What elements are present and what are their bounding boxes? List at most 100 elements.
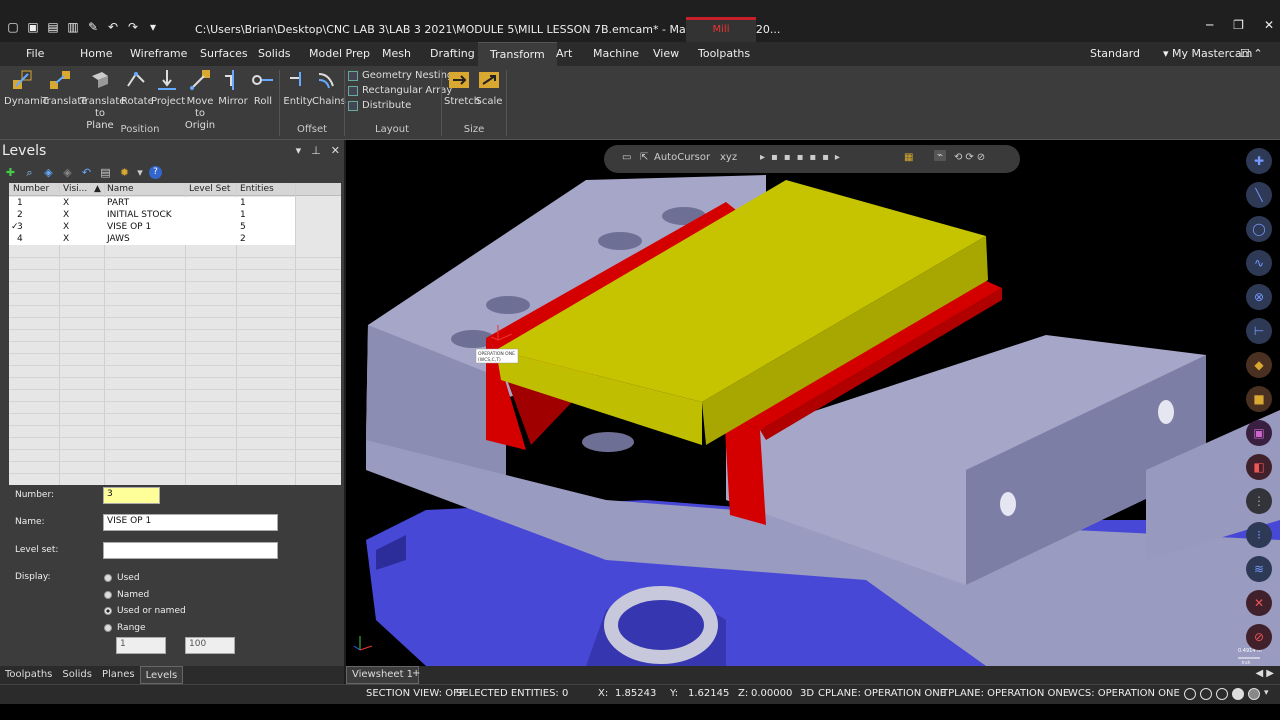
undo-icon[interactable]: ↶ bbox=[106, 20, 120, 34]
tab-levels-manager[interactable]: Levels bbox=[139, 666, 184, 684]
tab-solids[interactable]: Solids bbox=[258, 42, 291, 66]
range-from-field[interactable]: 1 bbox=[116, 637, 166, 654]
add-level-icon[interactable]: ✚ bbox=[4, 166, 17, 179]
level-tool-icon[interactable]: ⋮ bbox=[1246, 488, 1272, 514]
selection-mode-icons[interactable]: ▸▪▪▪▪▪▸ bbox=[760, 152, 846, 163]
row-visible[interactable]: X bbox=[63, 221, 69, 233]
tab-view[interactable]: View bbox=[653, 42, 679, 66]
minimize-icon[interactable]: ─ bbox=[1206, 18, 1213, 32]
row-visible[interactable]: X bbox=[63, 209, 69, 221]
tab-planes-manager[interactable]: Planes bbox=[97, 666, 140, 684]
add-viewsheet-button[interactable]: + bbox=[412, 668, 420, 679]
hidden-sphere-icon[interactable] bbox=[1200, 688, 1212, 700]
tab-wireframe[interactable]: Wireframe bbox=[130, 42, 187, 66]
dynamic-button[interactable]: Dynamic bbox=[4, 68, 48, 108]
geometry-nesting-button[interactable]: Geometry Nesting bbox=[348, 70, 453, 81]
refresh-icon[interactable]: ↶ bbox=[80, 166, 93, 179]
mode-3d-toggle[interactable]: 3D bbox=[800, 688, 814, 699]
display-named-radio[interactable]: Named bbox=[104, 590, 149, 600]
measure-icon[interactable]: ⊢ bbox=[1246, 318, 1272, 344]
tab-file[interactable]: File bbox=[26, 42, 44, 66]
tab-toolpaths-manager[interactable]: Toolpaths bbox=[0, 666, 57, 684]
level-number-field[interactable]: 3 bbox=[103, 487, 160, 504]
help-icons[interactable]: ☐ ⌃ bbox=[1240, 42, 1263, 66]
tab-solids-manager[interactable]: Solids bbox=[57, 666, 97, 684]
tab-transform[interactable]: Transform bbox=[478, 42, 557, 66]
save-icon[interactable]: ▣ bbox=[26, 20, 40, 34]
select-all-icon[interactable]: ▦ bbox=[904, 152, 913, 163]
distribute-button[interactable]: Distribute bbox=[348, 100, 411, 111]
display-used-or-named-radio[interactable]: Used or named bbox=[104, 606, 186, 616]
table-row[interactable]: 4 X JAWS 2 bbox=[9, 233, 295, 245]
table-row[interactable]: ✓ 3 X VISE OP 1 5 bbox=[9, 221, 295, 233]
close-icon[interactable]: ✕ bbox=[1264, 18, 1274, 32]
tab-mesh[interactable]: Mesh bbox=[382, 42, 411, 66]
levels-stack-icon[interactable]: ◈ bbox=[42, 166, 55, 179]
translate-to-plane-button[interactable]: Translate to Plane bbox=[80, 68, 125, 132]
wireframe-sphere-icon[interactable] bbox=[1184, 688, 1196, 700]
scale-button[interactable]: Scale bbox=[475, 68, 503, 108]
tab-model-prep[interactable]: Model Prep bbox=[309, 42, 370, 66]
col-name[interactable]: Name bbox=[107, 184, 134, 194]
col-level-set[interactable]: Level Set bbox=[189, 184, 230, 194]
wcs-status[interactable]: WCS: OPERATION ONE bbox=[1068, 688, 1180, 699]
open-icon[interactable]: ▤ bbox=[46, 20, 60, 34]
edit-icon[interactable]: ✎ bbox=[86, 20, 100, 34]
spline-tool-icon[interactable]: ∿ bbox=[1246, 250, 1272, 276]
panel-close-icon[interactable]: ✕ bbox=[331, 144, 340, 157]
circle-tool-icon[interactable]: ◯ bbox=[1246, 216, 1272, 242]
settings-dropdown-icon[interactable]: ▾ bbox=[137, 166, 143, 179]
xyz-icon[interactable]: xyz bbox=[720, 152, 737, 163]
offset-chains-button[interactable]: Chains bbox=[312, 68, 346, 108]
analyze-icon[interactable]: ⊗ bbox=[1246, 284, 1272, 310]
find-level-icon[interactable]: ⌕ bbox=[23, 166, 36, 179]
tab-drafting[interactable]: Drafting bbox=[430, 42, 475, 66]
project-button[interactable]: Project bbox=[151, 68, 185, 108]
redo-icon[interactable]: ↷ bbox=[126, 20, 140, 34]
translucent-sphere-icon[interactable] bbox=[1248, 688, 1260, 700]
table-row[interactable]: 2 X INITIAL STOCK 1 bbox=[9, 209, 295, 221]
viewsheet-tab[interactable]: Viewsheet 1 bbox=[346, 666, 420, 684]
stretch-button[interactable]: Stretch bbox=[444, 68, 480, 108]
autocursor-dropdown[interactable]: AutoCursor bbox=[654, 152, 710, 163]
tab-art[interactable]: Art bbox=[556, 42, 572, 66]
level-set-field[interactable] bbox=[103, 542, 278, 559]
print-icon[interactable]: ▥ bbox=[66, 20, 80, 34]
tab-machine[interactable]: Machine bbox=[593, 42, 639, 66]
line-tool-icon[interactable]: ╲ bbox=[1246, 182, 1272, 208]
panel-menu-icon[interactable]: ▾ bbox=[296, 144, 302, 157]
view-tool-icon[interactable]: ⁝ bbox=[1246, 522, 1272, 548]
restore-icon[interactable]: ❐ bbox=[1233, 18, 1244, 32]
rotate-button[interactable]: Rotate bbox=[121, 68, 154, 108]
settings-gear-icon[interactable]: ✹ bbox=[118, 166, 131, 179]
wand-icon[interactable]: ⌁ bbox=[934, 150, 947, 161]
table-row[interactable]: 1 X PART 1 bbox=[9, 197, 295, 209]
level-name-field[interactable]: VISE OP 1 bbox=[103, 514, 278, 531]
unblank-tool-icon[interactable]: ⊘ bbox=[1246, 624, 1272, 650]
col-entities[interactable]: Entities bbox=[240, 184, 274, 194]
box-tool-icon[interactable]: ■ bbox=[1246, 386, 1272, 412]
tab-home[interactable]: Home bbox=[80, 42, 112, 66]
row-visible[interactable]: X bbox=[63, 197, 69, 209]
row-visible[interactable]: X bbox=[63, 233, 69, 245]
layers-tool-icon[interactable]: ≋ bbox=[1246, 556, 1272, 582]
new-plane-icon[interactable]: ✚ bbox=[1246, 148, 1272, 174]
surface-tool-icon[interactable]: ▣ bbox=[1246, 420, 1272, 446]
qat-dropdown-icon[interactable]: ▾ bbox=[146, 20, 160, 34]
viewsheet-scroll-icons[interactable]: ◀ ▶ bbox=[1255, 668, 1274, 679]
tab-toolpaths[interactable]: Toolpaths bbox=[698, 42, 750, 66]
mirror-button[interactable]: Mirror bbox=[218, 68, 248, 108]
workspace-selector[interactable]: Standard bbox=[1090, 42, 1140, 66]
clipboard-icon[interactable]: ▤ bbox=[99, 166, 112, 179]
range-to-field[interactable]: 100 bbox=[185, 637, 235, 654]
translate-button[interactable]: Translate bbox=[42, 68, 87, 108]
roll-button[interactable]: Roll bbox=[250, 68, 276, 108]
col-number[interactable]: Number bbox=[13, 184, 49, 194]
delete-tool-icon[interactable]: ◧ bbox=[1246, 454, 1272, 480]
pin-icon[interactable]: ⊥ bbox=[311, 144, 321, 157]
col-visible[interactable]: Visi... bbox=[63, 184, 87, 194]
section-view-status[interactable]: SECTION VIEW: OFF bbox=[366, 688, 465, 699]
display-used-radio[interactable]: Used bbox=[104, 573, 140, 583]
tab-surfaces[interactable]: Surfaces bbox=[200, 42, 248, 66]
graphics-viewport[interactable]: OPERATION ONE (WCS,C,T) 0.4914 in Inch ▭… bbox=[346, 140, 1280, 666]
